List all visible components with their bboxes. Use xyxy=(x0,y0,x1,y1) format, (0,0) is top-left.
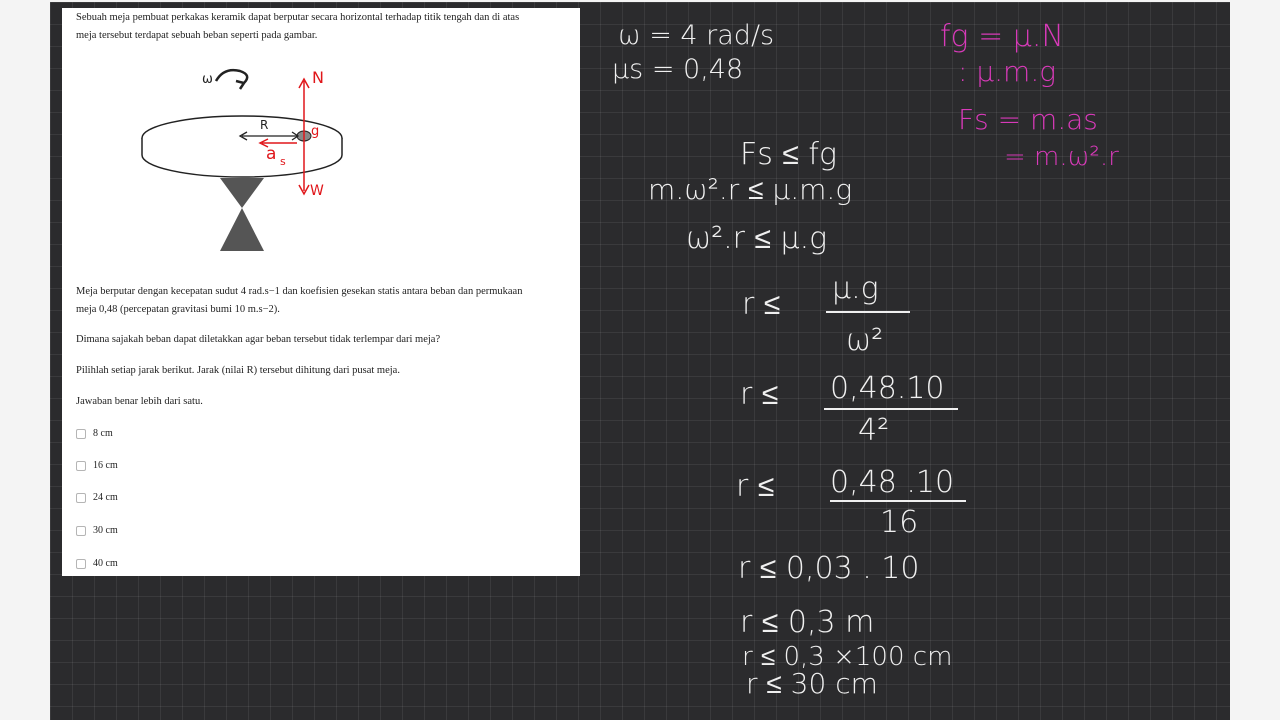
option-label: 16 cm xyxy=(93,460,118,471)
fraction-bar xyxy=(826,311,910,313)
note-fs-definition: Fs = m.as xyxy=(958,103,1098,136)
fraction-bar xyxy=(824,408,958,410)
option-40cm[interactable]: 40 cm xyxy=(76,556,118,572)
option-16cm[interactable]: 16 cm xyxy=(76,458,118,474)
step-divide: r ≤ 0,03 . 10 xyxy=(738,551,920,586)
note-fg-expansion: : μ.m.g xyxy=(958,55,1057,88)
step-isolate-r-denominator: ω² xyxy=(846,323,884,358)
step-plug-values-denominator: 4² xyxy=(858,413,890,448)
radius-label: R xyxy=(260,118,268,132)
step-result-meters: r ≤ 0,3 m xyxy=(740,605,875,640)
question-prompt: Dimana sajakah beban dapat diletakkan ag… xyxy=(76,334,441,345)
option-checkbox[interactable] xyxy=(76,559,86,569)
option-checkbox[interactable] xyxy=(76,429,86,439)
acceleration-subscript: s xyxy=(280,155,286,168)
step-final-answer: r ≤ 30 cm xyxy=(746,667,878,700)
question-intro-line-1: Sebuah meja pembuat perkakas keramik dap… xyxy=(76,12,520,23)
step-cancel-mass: ω².r ≤ μ.g xyxy=(686,221,828,256)
step-isolate-r-lhs: r ≤ xyxy=(742,287,781,322)
acceleration-label: a xyxy=(266,144,276,164)
rotation-arrow-icon xyxy=(214,68,249,90)
question-card: Sebuah meja pembuat perkakas keramik dap… xyxy=(62,8,580,576)
step-square-numerator: 0,48 .10 xyxy=(830,465,955,500)
option-24cm[interactable]: 24 cm xyxy=(76,490,118,506)
option-checkbox[interactable] xyxy=(76,461,86,471)
step-isolate-r-numerator: μ.g xyxy=(832,271,879,306)
step-substitution: m.ω².r ≤ μ.m.g xyxy=(648,173,853,206)
friction-label: g xyxy=(311,124,319,139)
stand-upper xyxy=(220,178,264,208)
option-30cm[interactable]: 30 cm xyxy=(76,523,118,539)
question-body-line-1: Meja berputar dengan kecepatan sudut 4 r… xyxy=(76,286,523,297)
step-inequality: Fs ≤ fg xyxy=(740,137,837,172)
question-body-line-2: meja 0,48 (percepatan gravitasi bumi 10 … xyxy=(76,304,280,315)
option-8cm[interactable]: 8 cm xyxy=(76,426,113,442)
question-intro-line-2: meja tersebut terdapat sebuah beban sepe… xyxy=(76,30,318,41)
step-plug-values-numerator: 0,48.10 xyxy=(830,371,945,406)
question-instruction: Pilihlah setiap jarak berikut. Jarak (ni… xyxy=(76,365,400,376)
option-label: 8 cm xyxy=(93,428,113,439)
weight-force-label: W xyxy=(310,183,324,199)
option-label: 40 cm xyxy=(93,558,118,569)
note-fs-expansion: = m.ω².r xyxy=(1004,142,1119,172)
stand-lower xyxy=(220,208,264,251)
note-given-omega: ω = 4 rad/s xyxy=(618,20,775,51)
fraction-bar xyxy=(830,500,966,502)
note-fg-definition: fg = μ.N xyxy=(940,19,1064,54)
rotating-table-figure: ω R N W g a s xyxy=(141,68,343,251)
option-label: 30 cm xyxy=(93,525,118,536)
step-plug-values-lhs: r ≤ xyxy=(740,377,779,412)
step-square-lhs: r ≤ xyxy=(736,469,775,504)
option-checkbox[interactable] xyxy=(76,493,86,503)
table-edge xyxy=(141,138,343,178)
note-given-mu: μs = 0,48 xyxy=(612,54,744,85)
question-note: Jawaban benar lebih dari satu. xyxy=(76,396,203,407)
step-square-denominator: 16 xyxy=(880,505,919,540)
normal-force-label: N xyxy=(312,68,324,87)
omega-label: ω xyxy=(202,72,213,87)
option-checkbox[interactable] xyxy=(76,526,86,536)
option-label: 24 cm xyxy=(93,492,118,503)
